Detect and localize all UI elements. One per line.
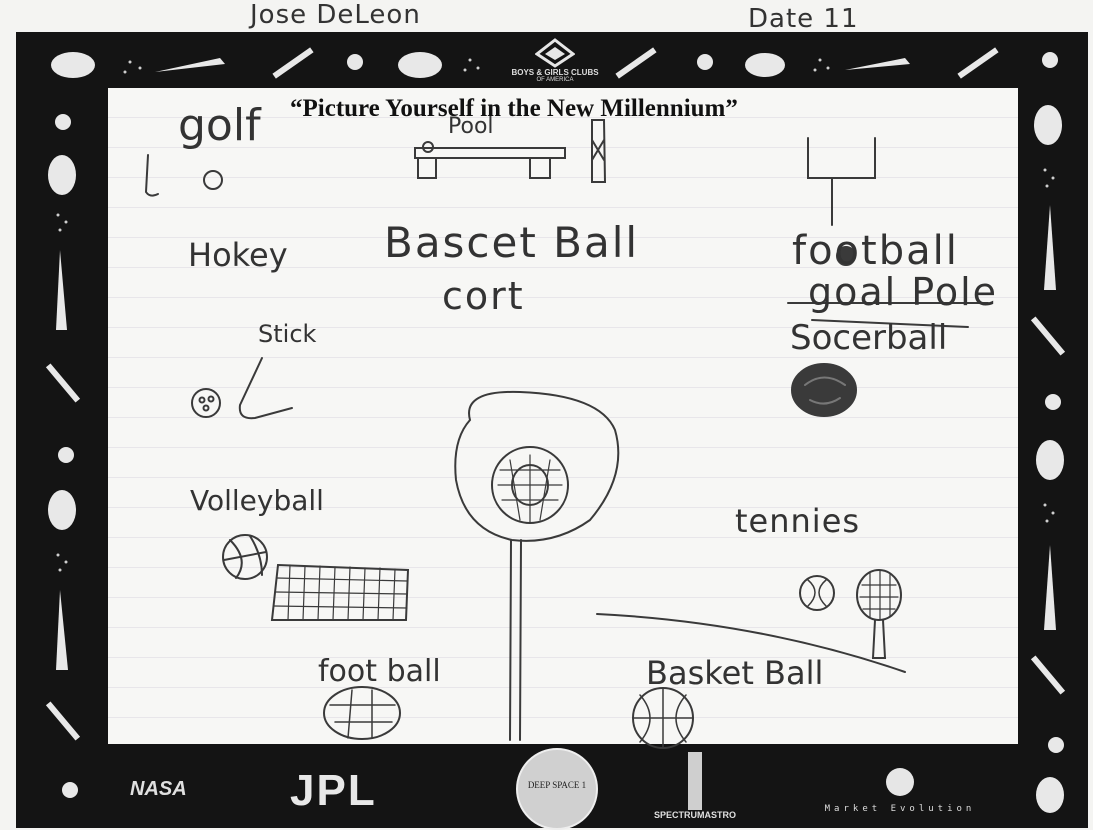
hockey-stick-icon xyxy=(238,357,293,420)
label-volleyball: Volleyball xyxy=(190,484,324,517)
golf-club-icon xyxy=(144,154,159,197)
label-basketball-bottom: Basket Ball xyxy=(646,654,824,692)
pool-table-icon xyxy=(414,141,566,179)
label-football-bottom: foot ball xyxy=(318,654,441,689)
label-basketball-court-1: Bascet Ball xyxy=(384,218,640,267)
basketball-hoop-icon xyxy=(454,390,620,741)
label-soccerball: Socerball xyxy=(790,318,948,358)
label-goal-pole: goal Pole xyxy=(808,270,999,314)
football-icon xyxy=(323,686,401,740)
hockey-ball-icon xyxy=(191,388,221,418)
child-drawing xyxy=(144,119,989,749)
label-basketball-court-2: cort xyxy=(442,274,525,318)
golf-ball-icon xyxy=(203,170,223,190)
label-stick: Stick xyxy=(258,320,317,348)
label-tennis: tennies xyxy=(735,502,861,540)
volleyball-icon xyxy=(222,534,268,580)
basketball-icon xyxy=(632,687,694,749)
tennis-racket-icon xyxy=(856,569,902,659)
label-pool: Pool xyxy=(448,114,494,139)
soccerball-icon xyxy=(791,363,857,417)
goal-post-icon xyxy=(807,137,876,226)
volleyball-net-icon xyxy=(270,563,410,621)
cue-rack-icon xyxy=(591,119,607,183)
tennis-ball-icon xyxy=(799,575,835,611)
label-golf: golf xyxy=(178,100,261,151)
label-hockey: Hokey xyxy=(188,236,288,274)
label-football-top: football xyxy=(792,228,959,274)
